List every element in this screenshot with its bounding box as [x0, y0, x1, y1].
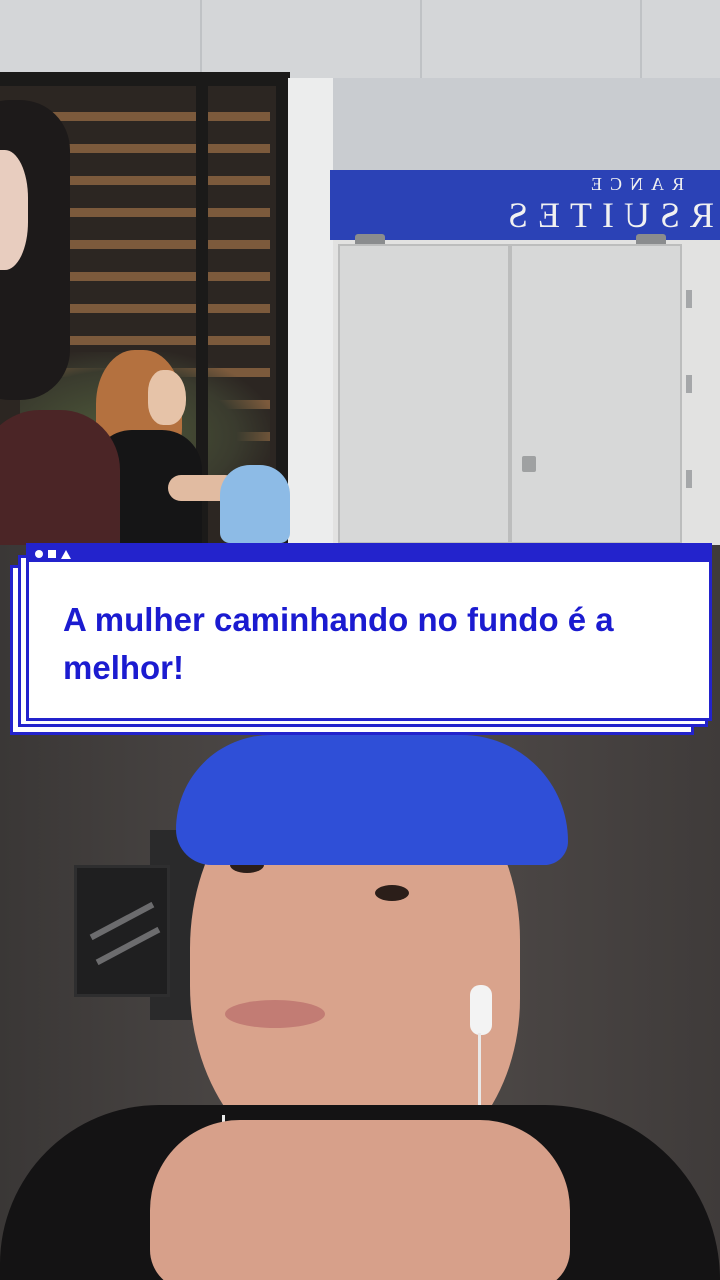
ceiling	[0, 0, 720, 80]
sign-text-line2: RSUITES	[497, 195, 714, 235]
blue-bag	[220, 465, 290, 543]
hands	[150, 1120, 570, 1280]
caption-card-stack: A mulher caminhando no fundo é a melhor!	[10, 543, 712, 739]
door-hinge	[686, 375, 692, 393]
top-video-scene: RANCE RSUITES	[0, 0, 720, 545]
blue-cap	[176, 735, 568, 865]
door-hinge	[686, 470, 692, 488]
triangle-icon	[61, 549, 71, 559]
ceiling-seam	[200, 0, 202, 80]
caption-card: A mulher caminhando no fundo é a melhor!	[26, 543, 712, 721]
ceiling-seam	[640, 0, 642, 80]
door-hinge	[686, 290, 692, 308]
pillar	[288, 78, 333, 545]
sign-text-line1: RANCE	[582, 174, 684, 194]
door-right	[510, 244, 682, 544]
building-soffit	[330, 78, 720, 173]
eye	[375, 885, 409, 901]
caption-titlebar	[29, 546, 709, 562]
window-header	[0, 72, 290, 86]
hotel-sign: RANCE RSUITES	[330, 170, 720, 240]
caption-text: A mulher caminhando no fundo é a melhor!	[63, 601, 614, 686]
foreground-person-jacket	[0, 410, 120, 545]
lips	[225, 1000, 325, 1028]
door-left	[338, 244, 510, 544]
woman-face	[148, 370, 186, 425]
square-icon	[48, 550, 56, 558]
door-lock	[522, 456, 536, 472]
wall-art	[74, 865, 170, 997]
circle-icon	[35, 550, 43, 558]
earbud	[470, 985, 492, 1035]
ceiling-seam	[420, 0, 422, 80]
